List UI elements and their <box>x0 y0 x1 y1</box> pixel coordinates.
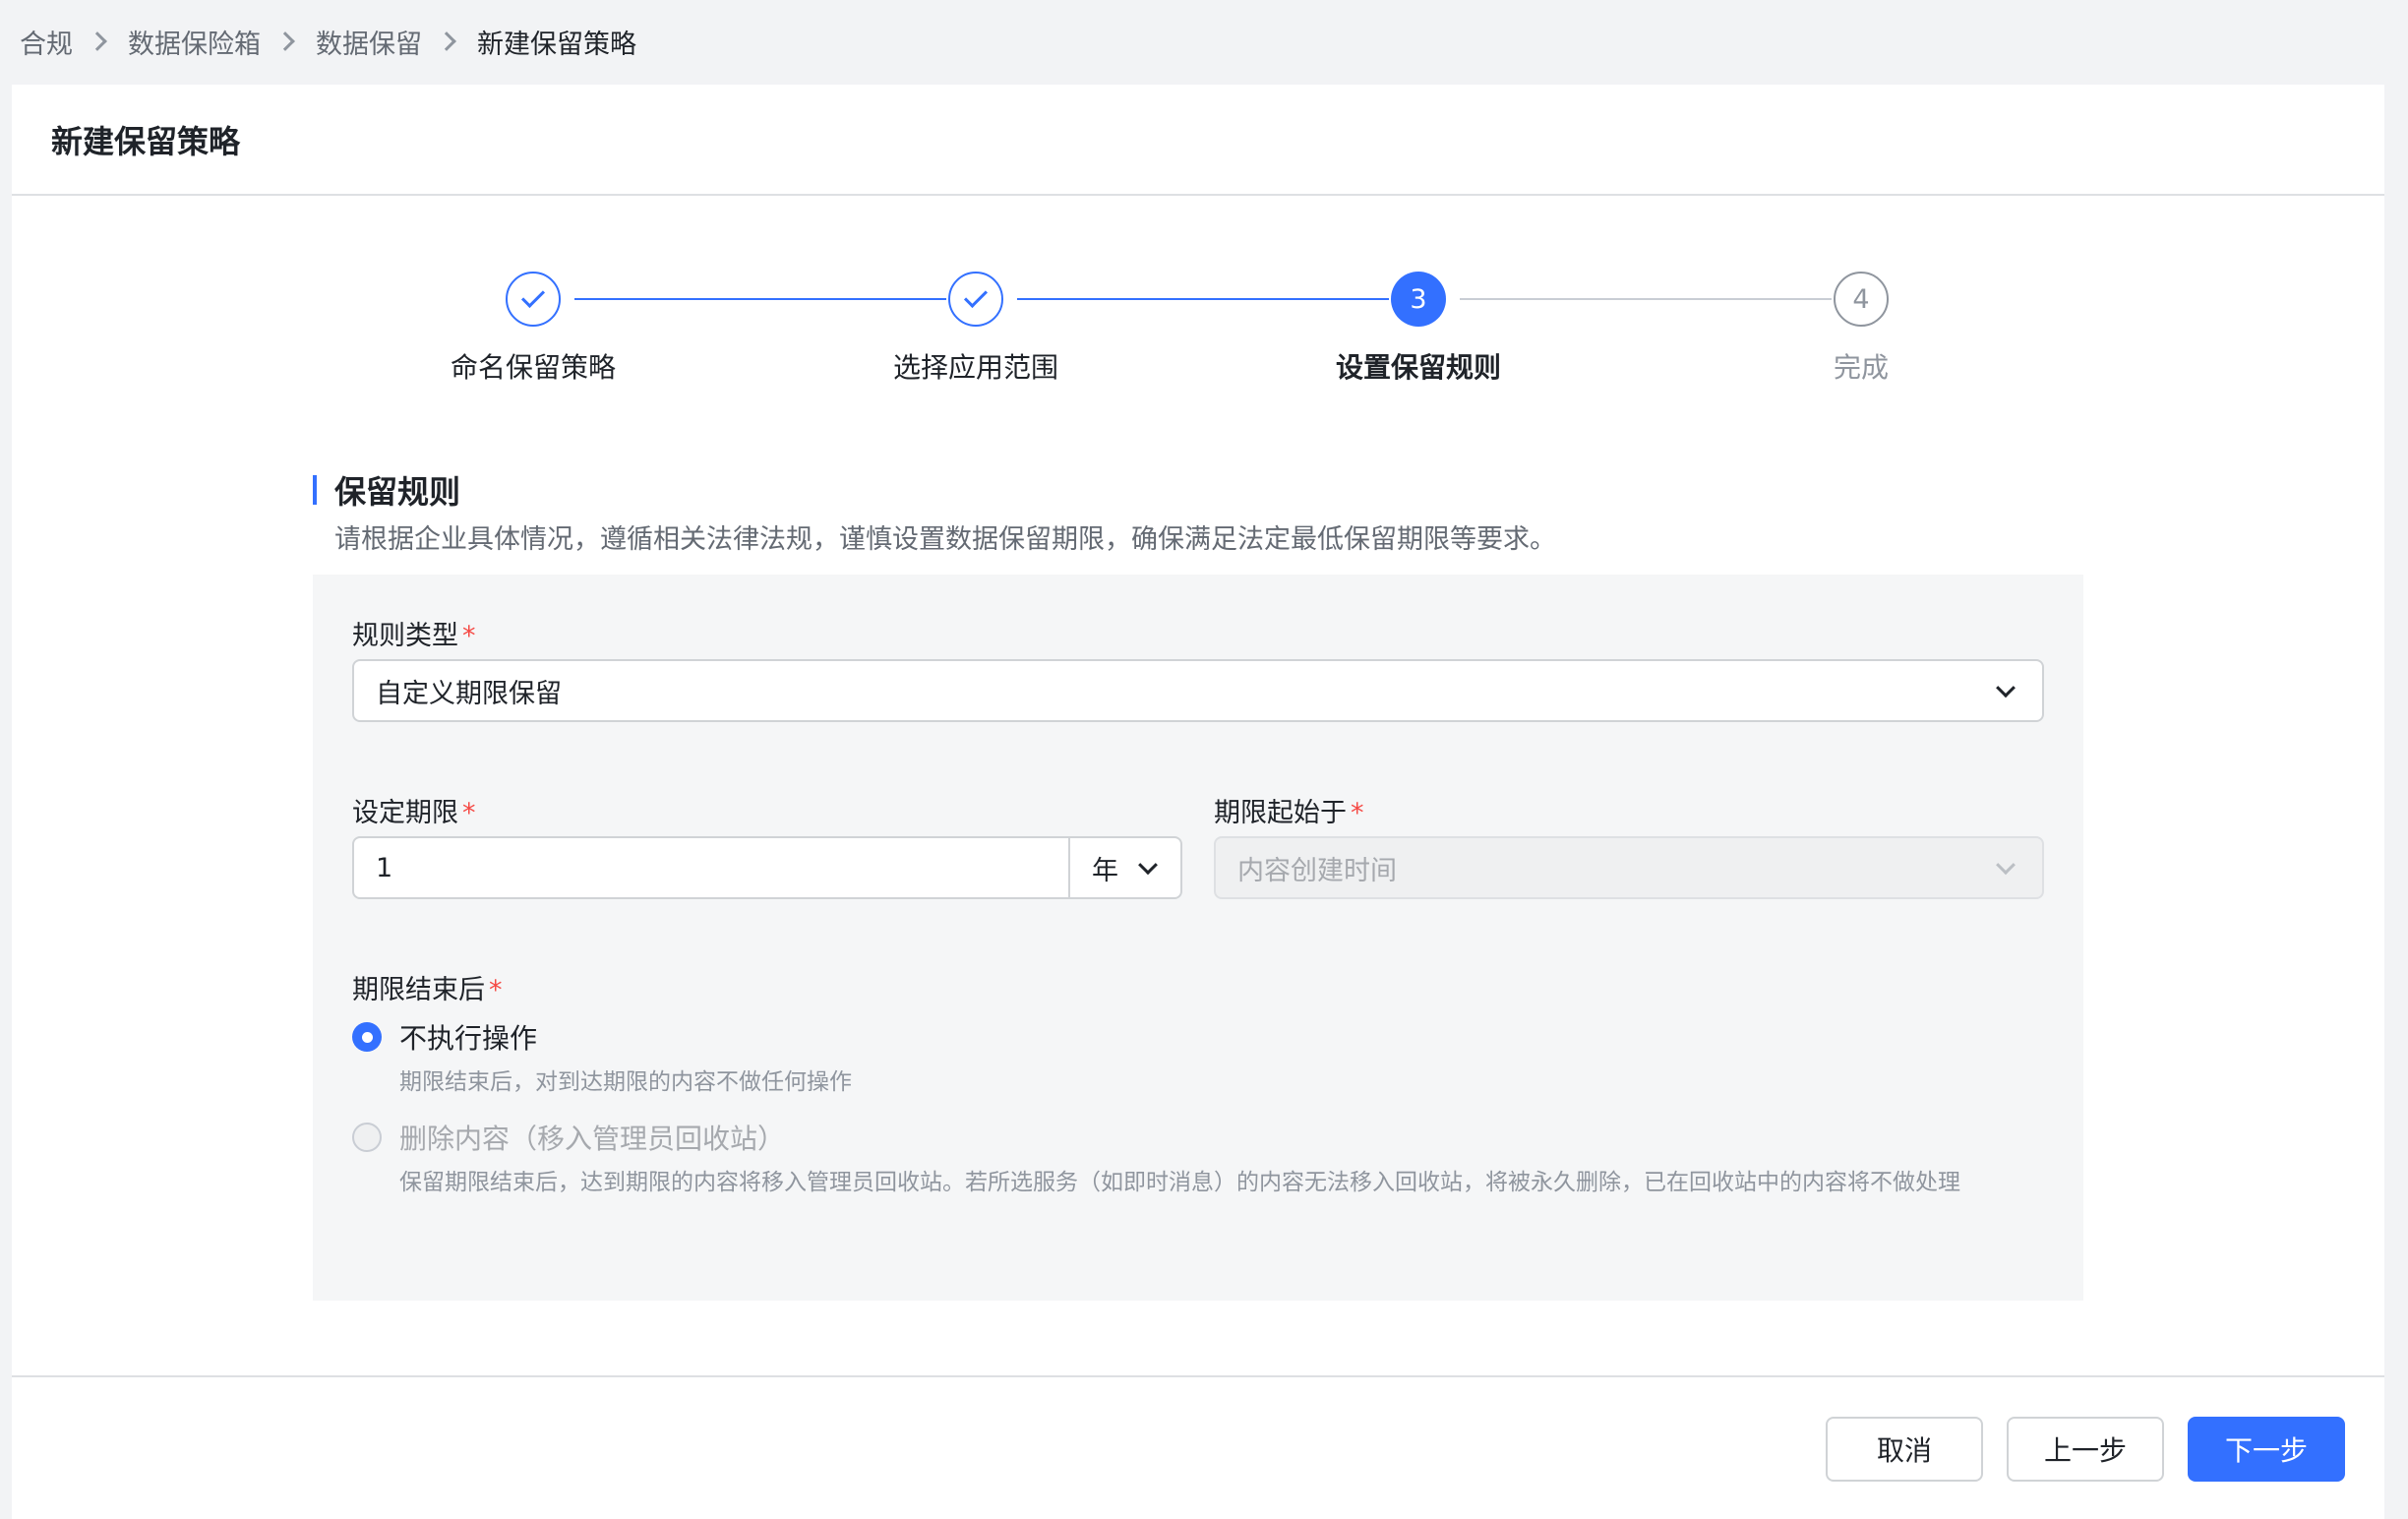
card-header: 新建保留策略 <box>12 85 2384 196</box>
radio-unchecked-icon <box>352 1123 382 1152</box>
radio-description: 期限结束后，对到达期限的内容不做任何操作 <box>399 1069 852 1095</box>
step-name-policy: 命名保留策略 <box>386 272 681 386</box>
rule-type-select[interactable]: 自定义期限保留 <box>352 659 2044 722</box>
next-button[interactable]: 下一步 <box>2188 1417 2345 1482</box>
period-start-label: 期限起始于 * <box>1214 791 1364 829</box>
section-description: 请根据企业具体情况，遵循相关法律法规，谨慎设置数据保留期限，确保满足法定最低保留… <box>334 524 1556 555</box>
step-complete: 4 完成 <box>1714 272 2009 386</box>
page-title: 新建保留策略 <box>51 122 241 160</box>
section-header: 保留规则 <box>313 466 460 514</box>
period-start-label-text: 期限起始于 <box>1214 798 1347 828</box>
section-title: 保留规则 <box>334 473 461 511</box>
required-mark: * <box>462 621 476 651</box>
chevron-right-icon <box>88 31 107 51</box>
step-label: 设置保留规则 <box>1335 351 1501 384</box>
breadcrumb-item-data-vault[interactable]: 数据保险箱 <box>128 23 261 61</box>
breadcrumb-item-current: 新建保留策略 <box>477 29 636 60</box>
rule-type-label-text: 规则类型 <box>352 621 458 651</box>
breadcrumb: 合规 数据保险箱 数据保留 新建保留策略 <box>20 18 636 65</box>
after-period-label: 期限结束后 * <box>352 968 503 1006</box>
rule-type-value: 自定义期限保留 <box>376 678 562 709</box>
period-unit-select[interactable]: 年 <box>1068 838 1180 897</box>
chevron-down-icon <box>1996 855 2016 876</box>
chevron-right-icon <box>437 31 456 51</box>
step-number: 4 <box>1834 272 1889 327</box>
period-input[interactable]: 1 <box>354 838 1068 897</box>
radio-checked-icon[interactable] <box>352 1022 382 1052</box>
period-unit-value: 年 <box>1092 855 1118 886</box>
main-card: 新建保留策略 命名保留策略 选择应用范围 3 设置保留规则 4 完成 保留规则 … <box>12 85 2384 1519</box>
radio-label: 删除内容（移入管理员回收站） <box>399 1123 786 1155</box>
step-select-scope: 选择应用范围 <box>828 272 1123 386</box>
chevron-down-icon <box>1138 855 1158 876</box>
required-mark: * <box>1351 798 1364 828</box>
rules-form-panel: 规则类型 * 自定义期限保留 设定期限 * 1 年 期限起始于 * 内容创建时间 期限… <box>313 575 2083 1301</box>
footer-divider <box>12 1375 2384 1377</box>
period-label: 设定期限 * <box>352 791 476 829</box>
section-accent-bar <box>313 475 317 505</box>
check-icon <box>506 272 561 327</box>
required-mark: * <box>462 798 476 828</box>
required-mark: * <box>489 975 503 1005</box>
chevron-down-icon <box>1996 678 2016 699</box>
step-label: 命名保留策略 <box>450 351 616 384</box>
step-label: 完成 <box>1833 351 1889 384</box>
previous-button[interactable]: 上一步 <box>2007 1417 2164 1482</box>
breadcrumb-item-data-retention[interactable]: 数据保留 <box>316 23 422 61</box>
rule-type-label: 规则类型 * <box>352 614 476 652</box>
cancel-button[interactable]: 取消 <box>1826 1417 1983 1482</box>
radio-delete-content: 删除内容（移入管理员回收站） <box>352 1118 785 1157</box>
stepper: 命名保留策略 选择应用范围 3 设置保留规则 4 完成 <box>12 272 2384 390</box>
period-start-select: 内容创建时间 <box>1214 836 2044 899</box>
radio-label: 不执行操作 <box>399 1022 538 1055</box>
after-period-label-text: 期限结束后 <box>352 975 485 1005</box>
radio-no-action[interactable]: 不执行操作 <box>352 1017 537 1057</box>
chevron-right-icon <box>275 31 295 51</box>
period-label-text: 设定期限 <box>352 798 458 828</box>
period-start-value: 内容创建时间 <box>1237 855 1397 886</box>
step-label: 选择应用范围 <box>892 351 1058 384</box>
period-input-group: 1 年 <box>352 836 1182 899</box>
step-number: 3 <box>1391 272 1446 327</box>
step-set-rules: 3 设置保留规则 <box>1271 272 1566 386</box>
breadcrumb-item-compliance[interactable]: 合规 <box>20 23 73 61</box>
check-icon <box>948 272 1003 327</box>
radio-description: 保留期限结束后，达到期限的内容将移入管理员回收站。若所选服务（如即时消息）的内容… <box>399 1170 1960 1195</box>
